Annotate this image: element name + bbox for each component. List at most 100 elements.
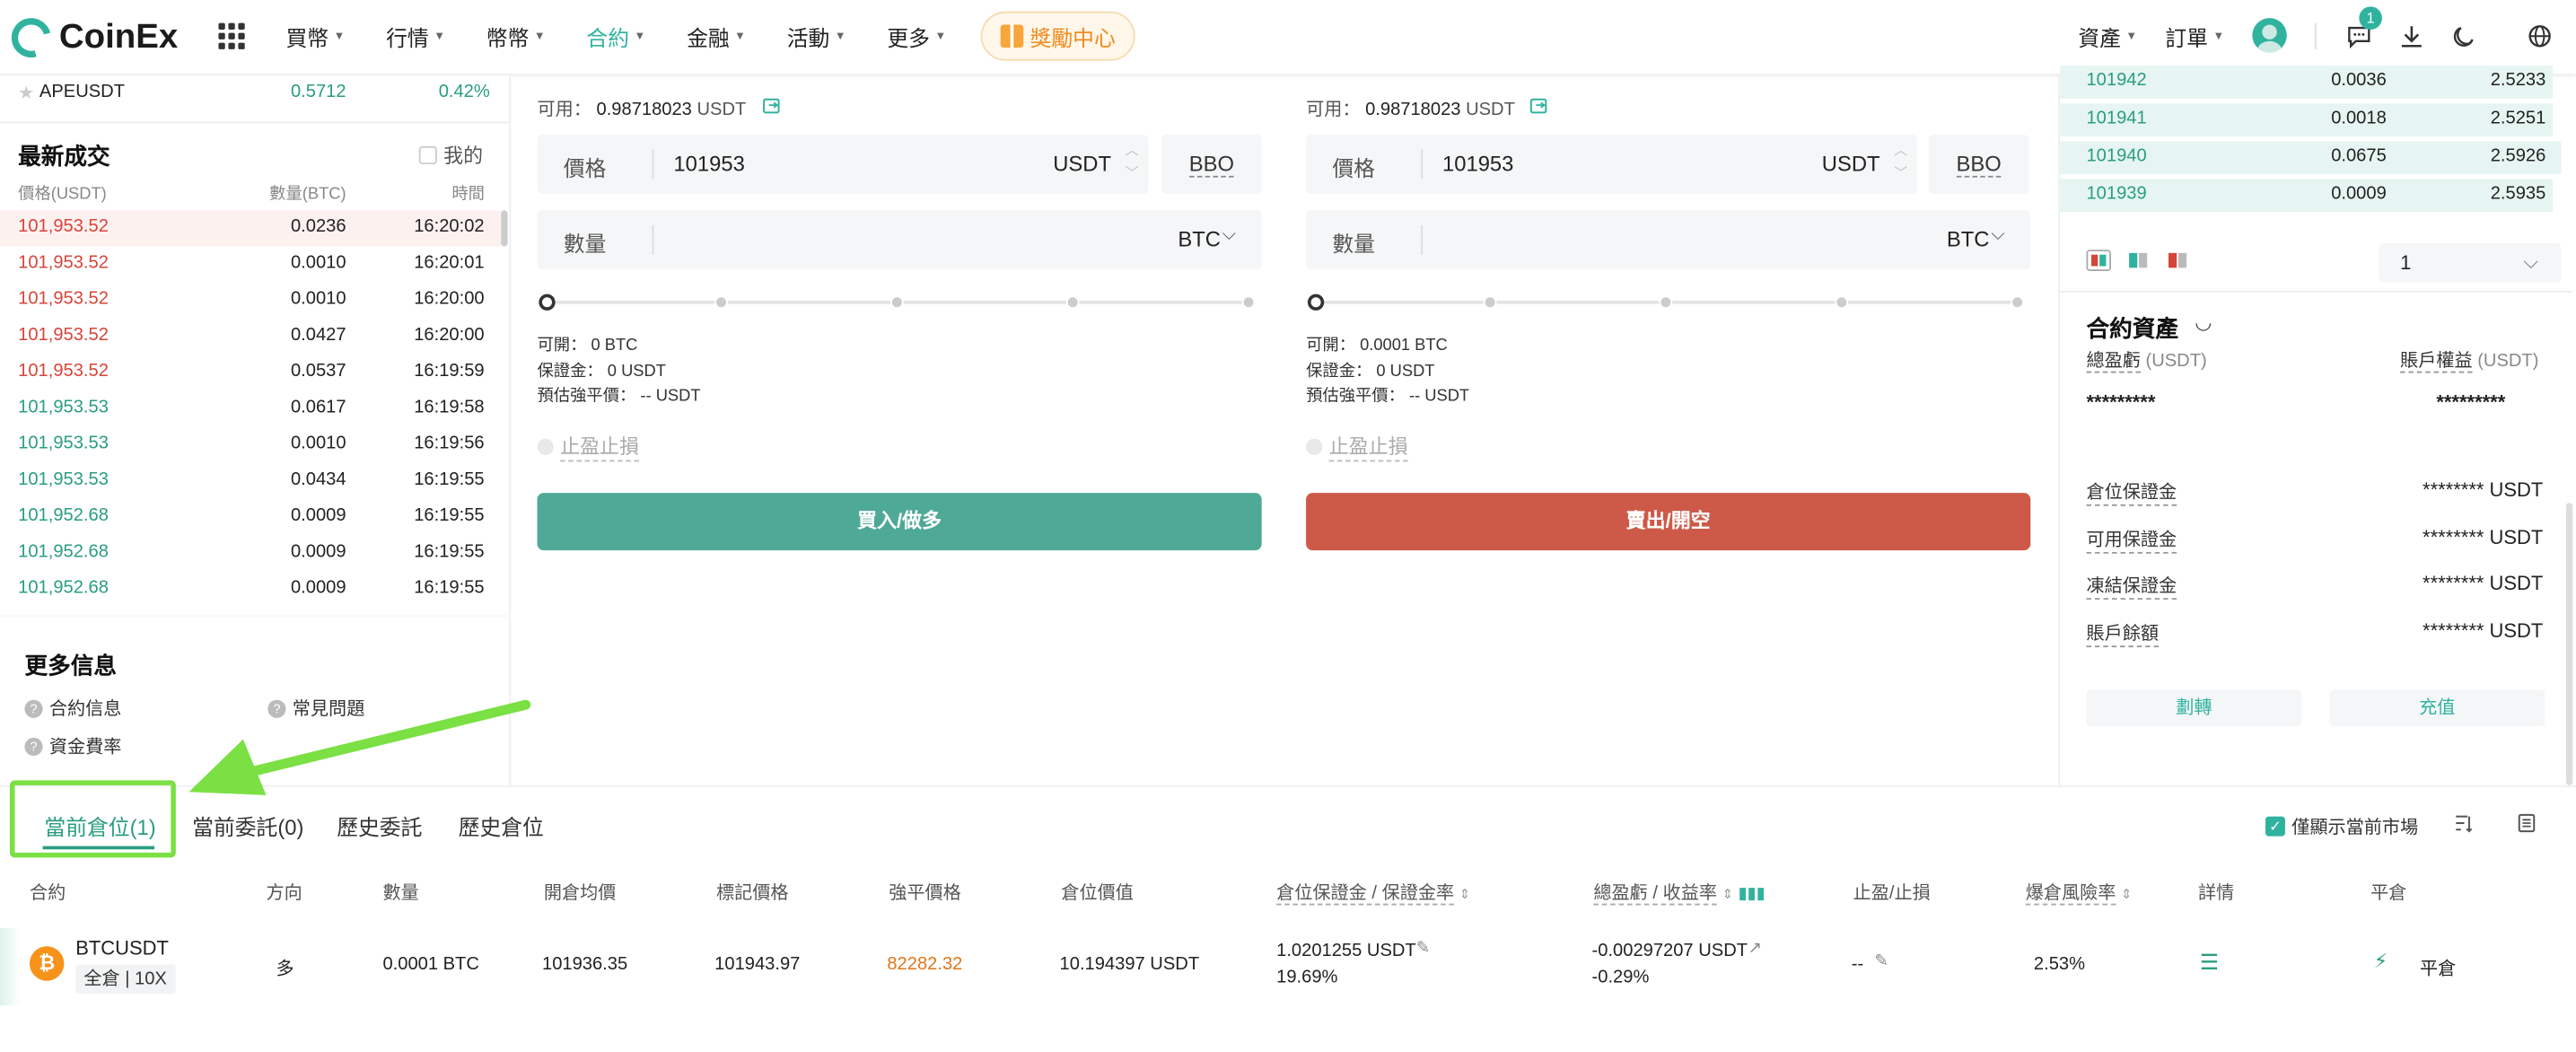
contract-info-link[interactable]: ? 合約信息 <box>24 695 121 721</box>
right-scrollbar[interactable] <box>2565 503 2573 785</box>
slider-mark-100[interactable] <box>2011 295 2024 310</box>
divider <box>652 149 654 180</box>
mine-filter-checkbox[interactable]: 我的 <box>418 141 483 169</box>
price-stepper[interactable]: ︿ ﹀ <box>1894 140 1907 186</box>
transfer-icon[interactable] <box>762 97 780 115</box>
buy-price-field[interactable]: 價格 101953 USDT ︿ ﹀ <box>537 135 1149 194</box>
orderbook-row[interactable]: 101939 0.0009 2.5935 <box>2060 178 2561 214</box>
user-avatar[interactable] <box>2252 18 2287 53</box>
divider <box>1421 149 1424 180</box>
slider-mark-100[interactable] <box>1241 295 1256 310</box>
details-list-icon[interactable]: ☰ <box>2200 950 2219 976</box>
position-symbol[interactable]: BTCUSDT <box>75 936 169 960</box>
list-settings-icon[interactable] <box>2517 813 2537 833</box>
view-both-icon[interactable] <box>2086 250 2111 271</box>
nav-buy-crypto[interactable]: 買幣 ▼ <box>285 22 345 53</box>
ob-price: 101939 <box>2086 183 2147 204</box>
filter-icon[interactable] <box>2454 813 2474 833</box>
slider-mark-50[interactable] <box>1659 295 1673 310</box>
transfer-icon[interactable] <box>1529 97 1547 115</box>
eye-closed-icon[interactable]: ◡ <box>2195 311 2212 334</box>
sell-price-field[interactable]: 價格 101953 USDT ︿ ﹀ <box>1306 135 1917 194</box>
orderbook-row[interactable]: 101941 0.0018 2.5251 <box>2060 101 2561 137</box>
buy-bbo-button[interactable]: BBO <box>1161 135 1262 194</box>
view-bids-icon[interactable] <box>2125 250 2150 271</box>
trade-qty: 0.0427 <box>290 325 346 346</box>
radio-icon <box>1306 438 1323 455</box>
trade-row: 101,953.52 0.0236 16:20:02 <box>0 210 502 247</box>
col-qty: 數量 <box>382 883 419 904</box>
deposit-button[interactable]: 充值 <box>2329 689 2545 726</box>
precision-select[interactable]: 1 ⌵ <box>2379 242 2562 283</box>
trade-time: 16:20:02 <box>414 216 485 237</box>
leverage-badge[interactable]: 全倉 | 10X <box>75 964 176 995</box>
slider-handle[interactable] <box>539 294 556 311</box>
edit-icon[interactable]: ✎ <box>1416 940 1430 958</box>
language-globe-icon[interactable] <box>2525 22 2554 51</box>
qty-unit-select[interactable]: BTC <box>1178 227 1221 251</box>
nav-spot[interactable]: 幣幣 ▼ <box>486 22 546 53</box>
reward-center-button[interactable]: 獎勵中心 <box>980 11 1135 61</box>
bar-chart-icon[interactable]: ▮▮▮ <box>1738 886 1765 904</box>
tpsl-label: 止盈止損 <box>560 432 640 462</box>
trade-price: 101,953.52 <box>18 216 109 237</box>
col-tpsl: 止盈/止損 <box>1853 883 1931 904</box>
funding-rate-link[interactable]: ? 資金費率 <box>24 732 121 758</box>
ob-total: 2.5926 <box>2490 145 2546 166</box>
edit-icon[interactable]: ✎ <box>1874 953 1888 971</box>
transfer-button[interactable]: 劃轉 <box>2086 689 2302 726</box>
sell-short-button[interactable]: 賣出/開空 <box>1306 493 2031 551</box>
buy-long-button[interactable]: 買入/做多 <box>537 493 1262 551</box>
trade-time: 16:19:56 <box>414 434 485 454</box>
nav-assets[interactable]: 資產 ▼ <box>2078 22 2137 53</box>
close-position-button[interactable]: 平倉 <box>2420 954 2456 980</box>
dark-mode-moon-icon[interactable] <box>2449 22 2479 51</box>
col-mark-price: 標記價格 <box>716 883 789 904</box>
qty-unit-select[interactable]: BTC <box>1947 227 1990 251</box>
buy-qty-field[interactable]: 數量 BTC ⌵ <box>537 210 1262 270</box>
sell-bbo-button[interactable]: BBO <box>1928 135 2029 194</box>
slider-mark-75[interactable] <box>1835 295 1849 310</box>
nav-markets[interactable]: 行情 ▼ <box>386 22 445 53</box>
price-input[interactable]: 101953 <box>673 151 744 175</box>
nav-more[interactable]: 更多 ▼ <box>887 22 946 53</box>
view-asks-icon[interactable] <box>2165 250 2189 271</box>
download-icon[interactable] <box>2396 22 2426 51</box>
buy-tpsl-toggle[interactable]: 止盈止損 <box>537 432 640 462</box>
tab-open-orders[interactable]: 當前委託(0) <box>192 810 303 841</box>
col-entry-price: 開倉均價 <box>543 883 617 904</box>
position-risk: 2.53% <box>2033 954 2086 975</box>
price-input[interactable]: 101953 <box>1442 151 1513 175</box>
slider-mark-25[interactable] <box>1483 295 1497 310</box>
trades-scrollbar[interactable] <box>501 210 508 247</box>
trade-qty: 0.0009 <box>290 541 346 562</box>
lightning-icon[interactable]: ⚡ <box>2374 950 2388 973</box>
slider-mark-25[interactable] <box>714 295 728 310</box>
sort-icon[interactable]: ⇕ <box>2121 887 2132 901</box>
nav-futures[interactable]: 合約 ▼ <box>586 22 645 53</box>
only-current-market-checkbox[interactable]: ✓ 僅顯示當前市場 <box>2265 813 2418 839</box>
buy-qty-slider[interactable] <box>539 294 1256 311</box>
sort-icon[interactable]: ⇕ <box>1722 887 1733 901</box>
tab-position-history[interactable]: 歷史倉位 <box>459 810 544 841</box>
slider-mark-75[interactable] <box>1065 295 1080 310</box>
sell-tpsl-toggle[interactable]: 止盈止損 <box>1306 432 1408 462</box>
slider-handle[interactable] <box>1307 294 1325 311</box>
tab-order-history[interactable]: 歷史委託 <box>337 810 422 841</box>
sort-icon[interactable]: ⇕ <box>1459 887 1470 901</box>
apps-grid-icon[interactable] <box>218 22 245 49</box>
orderbook-row[interactable]: 101942 0.0036 2.5233 <box>2060 64 2561 100</box>
nav-activities[interactable]: 活動 ▼ <box>787 22 846 53</box>
price-unit: USDT <box>1821 151 1880 176</box>
slider-mark-50[interactable] <box>890 295 904 310</box>
star-icon[interactable]: ★ <box>18 83 34 103</box>
share-icon[interactable]: ↗ <box>1748 940 1761 958</box>
ticker-row-apeusdt[interactable]: ★ APEUSDT 0.5712 0.42% <box>18 79 495 109</box>
sell-qty-slider[interactable] <box>1307 294 2024 311</box>
nav-finance[interactable]: 金融 ▼ <box>687 22 746 53</box>
sell-qty-field[interactable]: 數量 BTC ⌵ <box>1306 210 2031 270</box>
nav-orders[interactable]: 訂單 ▼ <box>2165 22 2224 53</box>
brand-logo[interactable]: CoinEx <box>4 11 178 66</box>
orderbook-row[interactable]: 101940 0.0675 2.5926 <box>2060 140 2562 176</box>
price-stepper[interactable]: ︿ ﹀ <box>1126 140 1139 186</box>
